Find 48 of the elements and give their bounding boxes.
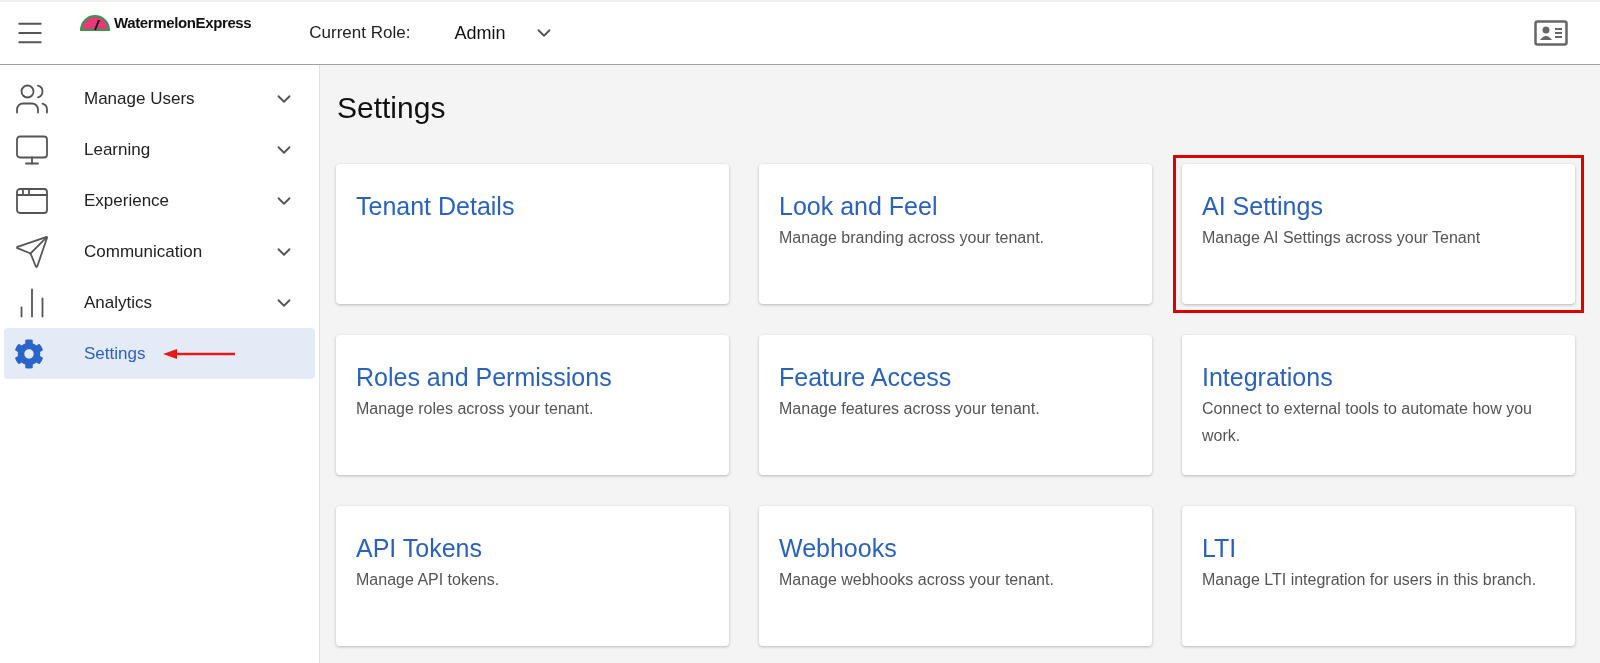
settings-card[interactable]: Integrations Connect to external tools to automate how you work.	[1182, 335, 1575, 475]
sidebar-item[interactable]: Learning	[4, 124, 315, 175]
sidebar-item[interactable]: Analytics	[4, 277, 315, 328]
sidebar-item[interactable]: Manage Users	[4, 73, 315, 124]
paper-plane-icon	[14, 233, 50, 270]
sidebar-label: Learning	[84, 138, 151, 161]
role-label: Current Role:	[309, 22, 411, 45]
card-title: Tenant Details	[356, 191, 516, 222]
logo-text: WatermelonExpress	[114, 13, 252, 33]
card-description: Manage API tokens.	[356, 570, 501, 590]
card-description: Manage features across your tenant.	[779, 399, 1041, 419]
page-title: Settings	[337, 90, 447, 126]
annotation-arrow-icon	[163, 347, 236, 360]
profile-card-button[interactable]	[1534, 20, 1568, 46]
settings-card[interactable]: Feature Access Manage features across your tenant.	[759, 335, 1152, 475]
card-title: AI Settings	[1202, 191, 1324, 222]
sidebar-label: Experience	[84, 189, 170, 212]
sidebar-label: Manage Users	[84, 87, 195, 110]
settings-card[interactable]: AI Settings Manage AI Settings across your Tenant	[1182, 164, 1575, 304]
sidebar-item[interactable]: Communication	[4, 226, 315, 277]
card-description: Manage webhooks across your tenant.	[779, 570, 1055, 590]
card-title: LTI	[1202, 533, 1238, 564]
card-title: Integrations	[1202, 362, 1334, 393]
contact-card-icon	[1534, 20, 1568, 46]
card-title: Webhooks	[779, 533, 898, 564]
card-description: Manage AI Settings across your Tenant	[1202, 228, 1482, 248]
card-description: Manage roles across your tenant.	[356, 399, 595, 419]
settings-card[interactable]: Roles and Permissions Manage roles across your tenant.	[336, 335, 729, 475]
settings-icon	[14, 338, 44, 369]
sidebar-item[interactable]: Experience	[4, 175, 315, 226]
card-description: Manage branding across your tenant.	[779, 228, 1046, 248]
settings-card[interactable]: Webhooks Manage webhooks across your tenant.	[759, 506, 1152, 646]
settings-card[interactable]: Tenant Details	[336, 164, 729, 304]
card-description: Connect to external tools to automate how you work.	[1202, 399, 1533, 446]
watermelon-gauge-icon	[80, 15, 110, 32]
card-title: Look and Feel	[779, 191, 939, 222]
sidebar-label: Settings	[84, 342, 146, 365]
sidebar-label: Communication	[84, 240, 203, 263]
card-title: Feature Access	[779, 362, 953, 393]
card-description: Manage LTI integration for users in this branch.	[1202, 570, 1537, 590]
card-title: Roles and Permissions	[356, 362, 613, 393]
sidebar-item[interactable]: Settings	[4, 328, 315, 379]
sidebar-label: Analytics	[84, 291, 153, 314]
settings-card[interactable]: API Tokens Manage API tokens.	[336, 506, 729, 646]
card-title: API Tokens	[356, 533, 483, 564]
settings-card[interactable]: LTI Manage LTI integration for users in this branch.	[1182, 506, 1575, 646]
role-dropdown[interactable]: Admin	[454, 19, 556, 47]
settings-card[interactable]: Look and Feel Manage branding across your tenant.	[759, 164, 1152, 304]
